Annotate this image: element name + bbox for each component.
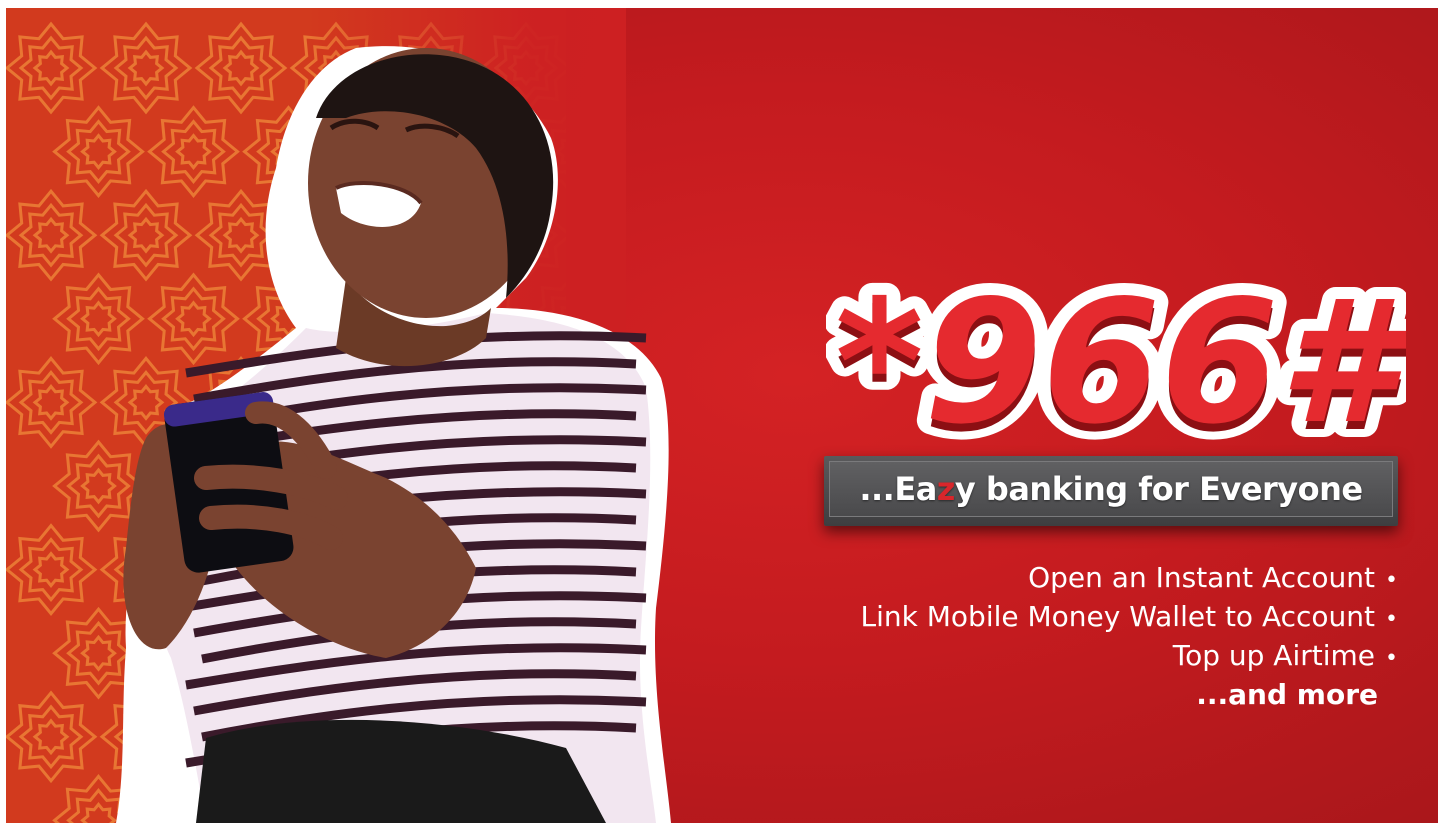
bullet-icon: • — [1385, 646, 1398, 671]
feature-text: Top up Airtime — [1172, 639, 1376, 672]
feature-text: Link Mobile Money Wallet to Account — [860, 600, 1376, 633]
tagline-box: ...Eazy banking for Everyone — [824, 456, 1398, 526]
feature-item: Top up Airtime • — [861, 638, 1398, 677]
smiling-woman-photo — [116, 46, 671, 823]
feature-text: Open an Instant Account — [1028, 561, 1376, 594]
tagline-z-letter: z — [936, 470, 956, 508]
feature-list: Open an Instant Account • Link Mobile Mon… — [861, 560, 1398, 713]
bullet-icon: • — [1385, 568, 1398, 593]
ussd-code-text: *966# — [835, 264, 1406, 453]
and-more-text: ...and more — [1196, 678, 1378, 711]
feature-item: Open an Instant Account • — [861, 560, 1398, 599]
bullet-icon: • — [1385, 607, 1398, 632]
ussd-code-logo: *966# *966# *966# — [826, 263, 1406, 453]
promo-banner: *966# *966# *966# ...Eazy banking for Ev… — [6, 8, 1438, 823]
feature-item: Link Mobile Money Wallet to Account • — [861, 599, 1398, 638]
tagline-prefix: ...Ea — [859, 470, 937, 508]
tagline: ...Eazy banking for Everyone — [859, 470, 1363, 508]
tagline-inner: ...Eazy banking for Everyone — [829, 461, 1393, 517]
tagline-suffix: y banking for Everyone — [954, 470, 1363, 508]
